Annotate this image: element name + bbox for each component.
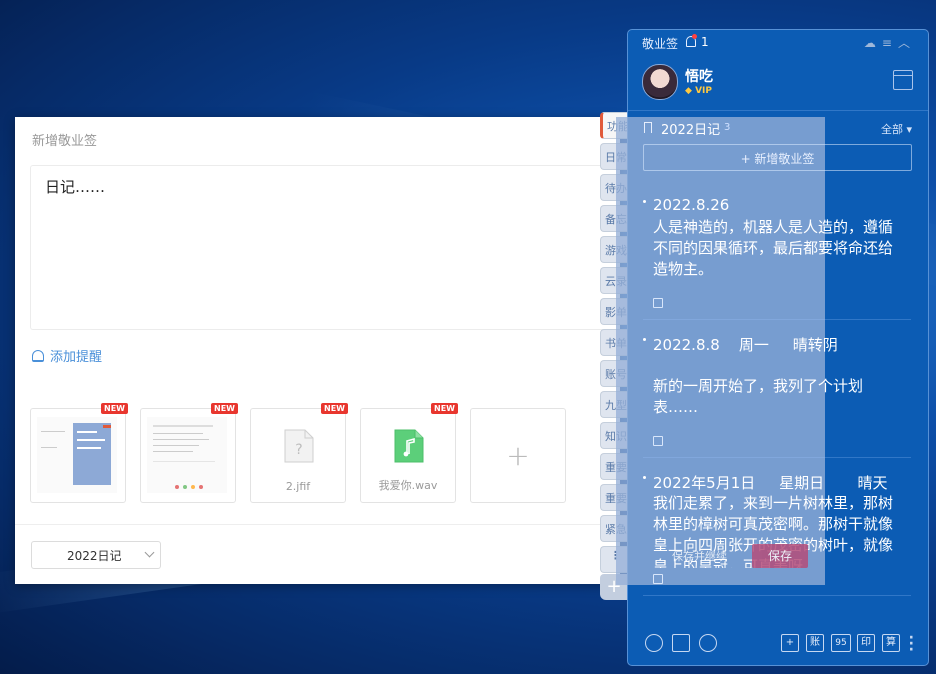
attachment-name: 我爱你.wav	[378, 479, 438, 492]
divider	[643, 319, 911, 320]
clock-icon[interactable]	[645, 634, 663, 652]
collapse-icon[interactable]: ︿	[898, 36, 916, 50]
list-title: 2022日记	[661, 123, 721, 138]
search-icon[interactable]	[699, 634, 717, 652]
new-badge: NEW	[211, 403, 238, 414]
add-reminder-link[interactable]: 添加提醒	[32, 346, 102, 365]
bullet-icon	[643, 476, 646, 479]
filter-label: 全部	[880, 123, 903, 136]
divider	[643, 457, 911, 458]
num-button[interactable]: 95	[831, 634, 851, 652]
more-vertical-icon[interactable]: · · ·	[909, 631, 914, 657]
divider	[643, 595, 911, 596]
window-controls: ☁≡︿	[864, 34, 916, 51]
category-select[interactable]: 2022日记	[31, 541, 161, 569]
bullet-icon	[643, 200, 646, 203]
print-button[interactable]: 印	[857, 634, 875, 652]
screenshot-thumbnail-icon	[41, 423, 111, 485]
archive-icon[interactable]	[672, 634, 690, 652]
note-body: 人是神造的，机器人是人造的，遵循不同的因果循环，最后都要将命还给造物主。	[653, 218, 894, 278]
attachment-image-1[interactable]: NEW	[30, 403, 128, 503]
pin-icon[interactable]	[653, 436, 663, 446]
filter-dropdown[interactable]: 全部 ▾	[881, 121, 912, 137]
note-body: 新的一周开始了，我列了个计划表……	[653, 377, 864, 416]
attachment-name: 2.jfif	[285, 480, 311, 493]
add-attachment-button[interactable]: +	[470, 408, 566, 503]
category-select-value: 2022日记	[67, 549, 122, 563]
note-title: 2022.8.26	[653, 196, 730, 214]
cloud-sync-icon[interactable]: ☁	[864, 36, 882, 50]
diamond-icon: ◆	[685, 86, 692, 96]
new-note-button[interactable]: + 新增敬业签	[643, 144, 912, 171]
app-title: 敬业签	[642, 37, 679, 51]
avatar[interactable]	[642, 64, 678, 100]
unknown-file-icon: ?	[284, 429, 314, 463]
vip-badge: ◆ VIP	[685, 86, 712, 96]
menu-icon[interactable]: ≡	[882, 36, 898, 50]
add-icon[interactable]: +	[781, 634, 799, 652]
note-item[interactable]: 2022.8.8 周一 晴转阴 新的一周开始了，我列了个计划表……	[643, 334, 912, 454]
audio-file-icon	[394, 429, 424, 463]
list-count: 3	[724, 122, 731, 133]
screenshot-thumbnail-icon	[153, 425, 215, 489]
new-badge: NEW	[431, 403, 458, 414]
attachment-audio-wav[interactable]: NEW 我爱你.wav	[360, 403, 458, 503]
note-title: 2022年5月1日 星期日 晴天	[653, 474, 888, 492]
divider	[15, 524, 620, 525]
save-button[interactable]: 保存	[752, 544, 808, 568]
user-name: 悟吃	[685, 69, 713, 85]
new-note-dialog: 新增敬业签 日记…… 添加提醒 NEW NEW NEW ? 2.jfif NEW…	[15, 117, 620, 584]
notification-dot	[692, 34, 697, 39]
add-reminder-label: 添加提醒	[50, 350, 103, 365]
divider	[628, 110, 928, 111]
calendar-icon[interactable]	[893, 70, 913, 90]
note-content-text: 日记……	[45, 178, 106, 196]
image-thumbnail	[37, 417, 117, 493]
note-title: 2022.8.8 周一 晴转阴	[653, 336, 838, 354]
calculator-button[interactable]: 算	[882, 634, 900, 652]
bookmark-icon	[644, 122, 652, 133]
save-continue-hint[interactable]: 保存并继续	[672, 548, 727, 564]
ledger-button[interactable]: 账	[806, 634, 824, 652]
image-thumbnail	[147, 417, 227, 493]
vip-label: VIP	[695, 86, 712, 96]
dialog-title: 新增敬业签	[32, 134, 98, 149]
chevron-down-icon	[144, 547, 155, 558]
note-content-input[interactable]: 日记……	[30, 165, 616, 330]
pin-icon[interactable]	[653, 298, 663, 308]
new-badge: NEW	[101, 403, 128, 414]
reminder-count: 1	[701, 35, 709, 49]
svg-text:?: ?	[295, 442, 302, 458]
note-item[interactable]: 2022年5月1日 星期日 晴天 我们走累了，来到一片树林里，那树林里的樟树可真…	[643, 472, 912, 586]
pin-icon[interactable]	[653, 574, 663, 584]
plus-icon: +	[506, 439, 530, 472]
attachment-file-jfif[interactable]: NEW ? 2.jfif	[250, 403, 348, 503]
new-badge: NEW	[321, 403, 348, 414]
bell-icon	[32, 349, 44, 362]
attachment-image-2[interactable]: NEW	[140, 403, 238, 503]
new-note-label: + 新增敬业签	[740, 152, 815, 166]
note-item[interactable]: 2022.8.26 人是神造的，机器人是人造的，遵循不同的因果循环，最后都要将命…	[643, 196, 912, 316]
bullet-icon	[643, 338, 646, 341]
bottom-toolbar: + 账 95 印 算 · · ·	[628, 631, 928, 657]
